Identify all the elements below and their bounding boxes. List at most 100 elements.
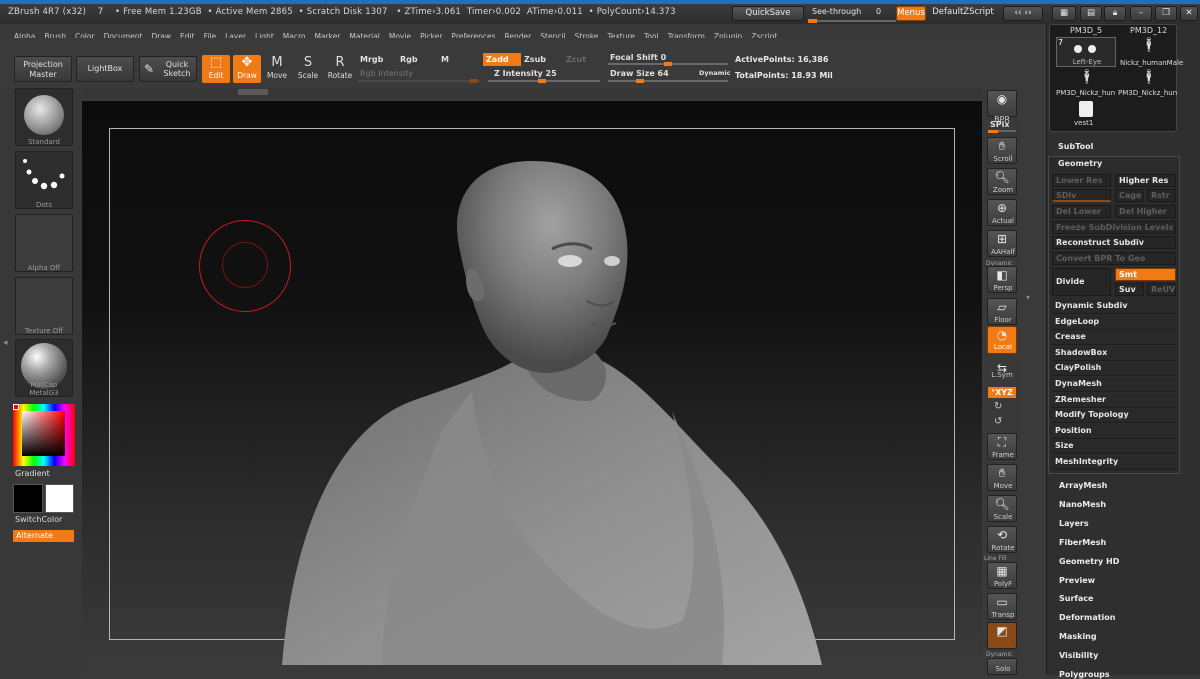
mrgb-button[interactable]: Mrgb [360,55,383,64]
subtool-header[interactable]: SubTool [1055,140,1183,154]
move-button[interactable]: M Move [263,55,291,83]
default-zscript-button[interactable]: DefaultZScript [928,6,998,21]
dynamic2-label[interactable]: Dynamic [986,651,1012,658]
material-matcap[interactable]: MatCap MetalG3 [15,339,73,397]
xyz-button[interactable]: °XYZ [988,387,1016,398]
close-icon[interactable]: ✕ [1180,6,1198,21]
tool-vest1[interactable]: vest1 [1072,101,1102,131]
restore-icon[interactable]: ❐ [1155,6,1177,21]
geometry-size[interactable]: Size [1052,440,1176,455]
rotate-button[interactable]: R Rotate [326,55,354,83]
m-button[interactable]: M [441,55,449,64]
tool-pm3d-nickz-2[interactable]: 🕴︎ PM3D_Nickz_hun [1118,69,1178,99]
collapse-left-icon[interactable]: ◂ [3,338,11,354]
del-lower-button[interactable]: Del Lower [1052,205,1111,218]
reuv-button[interactable]: ReUV [1147,283,1176,296]
gradient-label[interactable]: Gradient [15,469,50,478]
lightbox-button[interactable]: LightBox [76,56,134,82]
alpha-off[interactable]: Alpha Off [15,214,73,272]
section-arraymesh[interactable]: ArrayMesh [1059,481,1107,490]
section-visibility[interactable]: Visibility [1059,651,1098,660]
geometry-meshintegrity[interactable]: MeshIntegrity [1052,456,1176,470]
aahalf-button[interactable]: ⊞ AAHalf [987,230,1017,257]
sculpt-model[interactable] [82,101,982,665]
tool-humanmale[interactable]: 🕴︎ Nickz_humanMale [1120,37,1183,67]
zoom-button[interactable]: 🔍︎ Zoom [987,168,1017,195]
rstr-button[interactable]: Rstr [1147,189,1176,202]
dynamic-toggle[interactable]: Dynamic [699,69,731,77]
projection-master-button[interactable]: Projection Master [14,56,72,82]
actual-button[interactable]: ⊕ Actual [987,199,1017,226]
section-layers[interactable]: Layers [1059,519,1089,528]
seethrough-slider[interactable]: See-through 0 [808,7,896,23]
rgb-button[interactable]: Rgb [400,55,418,64]
tool-pm3d12[interactable]: PM3D_12 [1130,26,1167,35]
rotate-view-button[interactable]: ⟲ Rotate [987,526,1017,553]
layout-icon[interactable]: ▦ [1052,6,1076,21]
secondary-color[interactable] [45,484,74,513]
geometry-position[interactable]: Position [1052,424,1176,439]
geometry-zremesher[interactable]: ZRemesher [1052,393,1176,408]
lock-icon[interactable]: 🔒︎ [1104,6,1126,21]
section-geometry-hd[interactable]: Geometry HD [1059,557,1119,566]
suv-toggle[interactable]: Suv [1115,283,1144,296]
geometry-modify-topology[interactable]: Modify Topology [1052,409,1176,424]
section-nanomesh[interactable]: NanoMesh [1059,500,1106,509]
transp-button[interactable]: ▭ Transp [987,593,1017,620]
higher-res-button[interactable]: Higher Res [1115,174,1176,187]
scroll-button[interactable]: ✋︎ Scroll [987,137,1017,164]
smt-toggle[interactable]: Smt [1115,268,1176,281]
lower-res-button[interactable]: Lower Res [1052,174,1111,187]
rotate-y-icon[interactable]: ↻ [994,401,1002,412]
section-masking[interactable]: Masking [1059,632,1097,641]
sdiv-slider[interactable]: SDiv [1052,189,1111,202]
bpr-button[interactable]: ◉ BPR [987,90,1017,124]
frame-button[interactable]: ⛶ Frame [987,433,1017,460]
brush-standard[interactable]: Standard [15,88,73,146]
scroll-arrows-icon[interactable]: ‹‹ ›› [1003,6,1043,21]
geometry-dynamic-subdiv[interactable]: Dynamic Subdiv [1052,300,1176,314]
ghost-button[interactable]: ◩ [987,622,1017,649]
lsym-button[interactable]: ⇆ L.Sym [987,360,1017,382]
freeze-subdiv-button[interactable]: Freeze SubDivision Levels [1052,221,1176,234]
focal-shift-slider[interactable]: Focal Shift 0 [610,53,666,62]
reconstruct-subdiv-button[interactable]: Reconstruct Subdiv [1052,236,1176,249]
line-fill-label[interactable]: Line Fill [984,555,1006,562]
convert-bpr-button[interactable]: Convert BPR To Geo [1052,252,1176,265]
alternate-button[interactable]: Alternate [13,530,74,542]
geometry-header[interactable]: Geometry [1055,157,1183,171]
cage-button[interactable]: Cage [1115,189,1144,202]
geometry-shadowbox[interactable]: ShadowBox [1052,346,1176,361]
color-picker[interactable] [13,404,75,466]
z-intensity-slider[interactable]: Z Intensity 25 [494,69,557,78]
tool-pm3d5[interactable]: PM3D_5 [1070,26,1102,35]
solo-button[interactable]: Solo [987,658,1017,675]
polyf-button[interactable]: ▦ PolyF [987,562,1017,589]
move-view-button[interactable]: ✋︎ Move [987,464,1017,491]
section-deformation[interactable]: Deformation [1059,613,1115,622]
zcut-button[interactable]: Zcut [566,55,586,64]
geometry-crease[interactable]: Crease [1052,331,1176,346]
scale-view-button[interactable]: 🔍︎ Scale [987,495,1017,522]
tool-pm3d-nickz-1[interactable]: 🕴︎ PM3D_Nickz_hun [1056,69,1116,99]
palette-icon[interactable]: ▤ [1080,6,1102,21]
minimize-icon[interactable]: – [1130,6,1152,21]
texture-off[interactable]: Texture Off [15,277,73,335]
primary-color[interactable] [13,484,43,513]
document-canvas[interactable] [82,101,982,665]
draw-button[interactable]: ✥ Draw [233,55,261,83]
local-button[interactable]: ◔ Local [987,326,1017,354]
tool-left-eye[interactable]: 7 Left-Eye [1056,37,1116,67]
geometry-claypolish[interactable]: ClayPolish [1052,362,1176,377]
section-fibermesh[interactable]: FiberMesh [1059,538,1106,547]
edit-button[interactable]: ⬚ Edit [202,55,230,83]
section-surface[interactable]: Surface [1059,594,1093,603]
section-preview[interactable]: Preview [1059,576,1095,585]
divide-button[interactable]: Divide [1052,268,1111,296]
collapse-right-icon[interactable]: ▾ [1026,293,1030,302]
switchcolor-button[interactable]: SwitchColor [15,515,62,524]
quicksave-button[interactable]: QuickSave [732,6,804,21]
rgb-intensity-slider[interactable]: Rgb Intensity [360,69,413,78]
scale-button[interactable]: S Scale [294,55,322,83]
del-higher-button[interactable]: Del Higher [1115,205,1176,218]
